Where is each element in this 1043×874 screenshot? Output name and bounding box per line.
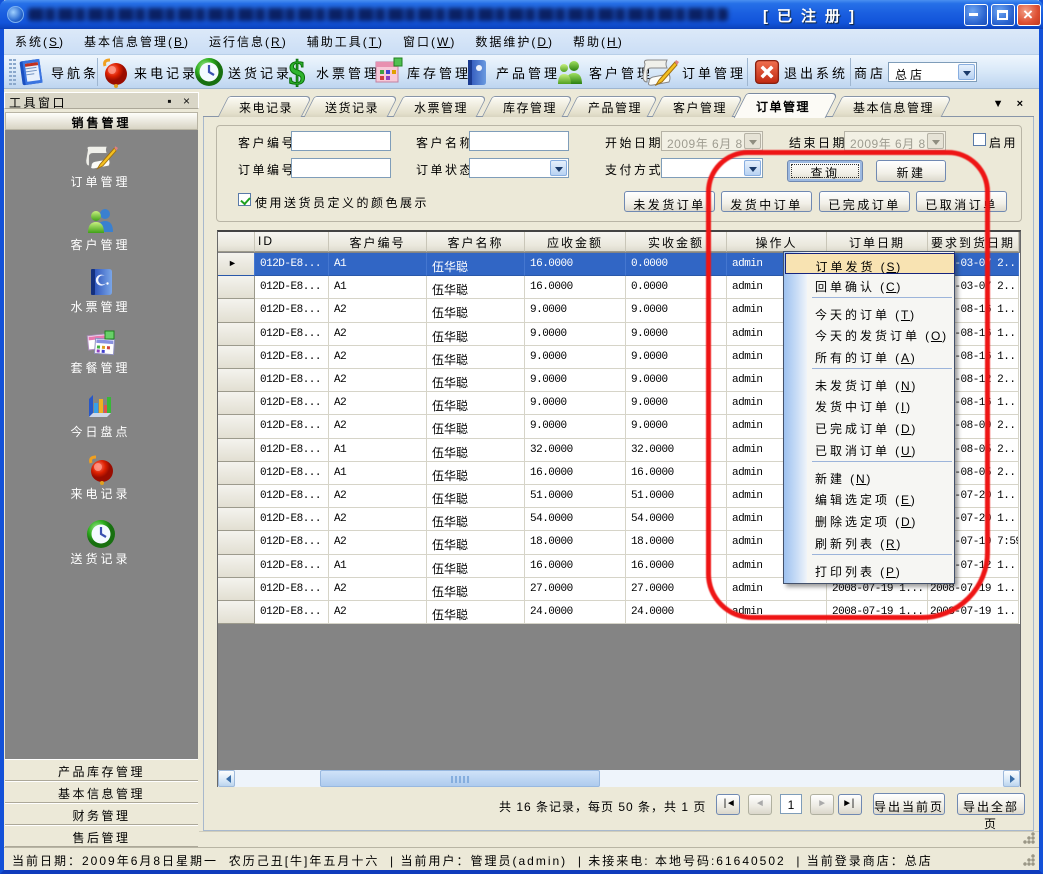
svg-text:$: $	[289, 56, 306, 88]
